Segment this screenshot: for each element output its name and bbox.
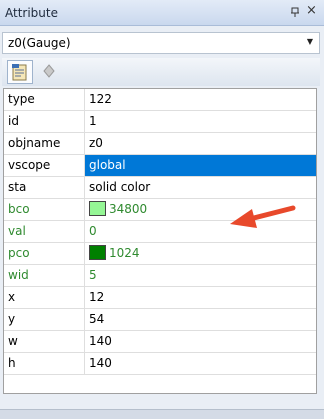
property-name: w (4, 331, 85, 352)
property-name: id (4, 111, 85, 132)
property-value-text: 140 (89, 334, 112, 348)
property-value-text: 54 (89, 312, 105, 326)
property-row-pco[interactable]: pco 1024 (4, 243, 316, 265)
property-value[interactable]: 12 (85, 287, 316, 308)
property-value-text: 12 (89, 290, 105, 304)
property-value-text: global (89, 158, 126, 172)
property-name: h (4, 353, 85, 374)
property-row-vscope[interactable]: vscope global (4, 155, 316, 177)
property-value[interactable]: 54 (85, 309, 316, 330)
property-row-id[interactable]: id 1 (4, 111, 316, 133)
properties-tab-button[interactable] (7, 60, 33, 84)
property-row-val[interactable]: val 0 (4, 221, 316, 243)
property-value-text: 1 (89, 114, 97, 128)
property-value[interactable]: 1 (85, 111, 316, 132)
property-value[interactable]: global (85, 155, 316, 176)
object-selector[interactable]: z0(Gauge) ▼ (2, 32, 320, 54)
pin-icon[interactable] (290, 7, 300, 17)
property-value-text: 0 (89, 224, 97, 238)
property-name: objname (4, 133, 85, 154)
property-row-sta[interactable]: sta solid color (4, 177, 316, 199)
property-name: pco (4, 243, 85, 264)
property-row-bco[interactable]: bco 34800 (4, 199, 316, 221)
property-value-text: solid color (89, 180, 151, 194)
property-value[interactable]: 122 (85, 89, 316, 110)
property-value[interactable]: 5 (85, 265, 316, 286)
property-value[interactable]: z0 (85, 133, 316, 154)
property-row-w[interactable]: w 140 (4, 331, 316, 353)
events-tab-button[interactable] (37, 60, 63, 84)
property-row-type[interactable]: type 122 (4, 89, 316, 111)
property-row-wid[interactable]: wid 5 (4, 265, 316, 287)
property-name: type (4, 89, 85, 110)
property-value-text: z0 (89, 136, 103, 150)
property-value[interactable]: 1024 (85, 243, 316, 264)
attribute-toolbar (2, 58, 320, 86)
color-swatch[interactable] (89, 201, 106, 216)
property-row-y[interactable]: y 54 (4, 309, 316, 331)
property-value-text: 1024 (109, 246, 140, 260)
color-swatch[interactable] (89, 245, 106, 260)
property-row-x[interactable]: x 12 (4, 287, 316, 309)
property-value[interactable]: 0 (85, 221, 316, 242)
property-value-text: 5 (89, 268, 97, 282)
property-value-text: 34800 (109, 202, 148, 216)
property-name: wid (4, 265, 85, 286)
property-grid: type 122 id 1 objname z0 vscope global sta solid … (3, 88, 317, 394)
property-row-objname[interactable]: objname z0 (4, 133, 316, 155)
property-name: vscope (4, 155, 85, 176)
object-selector-value: z0(Gauge) (8, 36, 71, 50)
property-value[interactable]: solid color (85, 177, 316, 198)
property-row-h[interactable]: h 140 (4, 353, 316, 375)
property-value-text: 140 (89, 356, 112, 370)
property-value[interactable]: 140 (85, 331, 316, 352)
property-name: sta (4, 177, 85, 198)
events-icon (43, 64, 55, 78)
property-value[interactable]: 140 (85, 353, 316, 374)
properties-icon (12, 64, 27, 81)
attribute-panel-header: Attribute × (0, 0, 324, 26)
property-value-text: 122 (89, 92, 112, 106)
panel-title: Attribute (5, 6, 58, 20)
property-name: val (4, 221, 85, 242)
property-name: bco (4, 199, 85, 220)
property-value[interactable]: 34800 (85, 199, 316, 220)
property-name: y (4, 309, 85, 330)
property-name: x (4, 287, 85, 308)
close-icon[interactable]: × (306, 4, 317, 18)
panel-bottom-bar (0, 409, 324, 419)
chevron-down-icon[interactable]: ▼ (307, 37, 313, 46)
